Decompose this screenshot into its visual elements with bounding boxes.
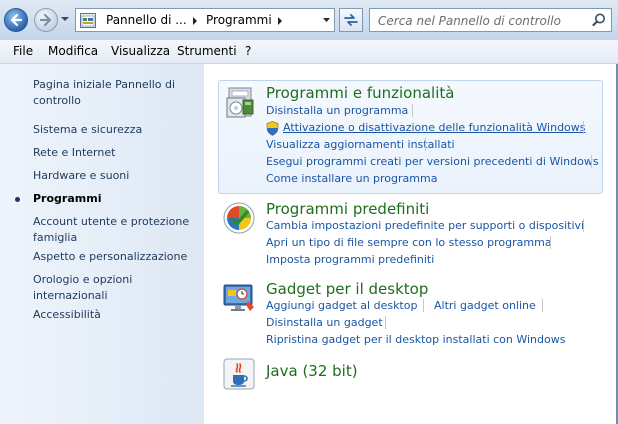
task-uninstall-program[interactable]: Disinstalla un programma (266, 104, 408, 118)
task-separator (412, 104, 413, 117)
sidebar-item-system-security[interactable]: Sistema e sicurezza (33, 122, 198, 138)
sidebar-item-accessibility[interactable]: Accessibilità (33, 307, 198, 323)
breadcrumb-control-panel[interactable]: Pannello di ... (106, 13, 187, 27)
task-separator (542, 299, 543, 312)
breadcrumb-programs[interactable]: Programmi (206, 13, 272, 27)
menu-view[interactable]: Visualizza (111, 44, 170, 58)
desktop-gadgets-icon[interactable] (222, 281, 256, 315)
arrow-left-icon (10, 13, 23, 27)
sidebar-item-control-panel-home[interactable]: Pagina iniziale Pannello di controllo (33, 77, 198, 109)
sidebar-item-appearance[interactable]: Aspetto e personalizzazione (33, 249, 198, 265)
menu-bar: File Modifica Visualizza Strumenti ? (0, 40, 618, 64)
task-more-gadgets-online[interactable]: Altri gadget online (434, 299, 536, 313)
task-view-installed-updates[interactable]: Visualizza aggiornamenti installati (266, 138, 455, 152)
sidebar-item-clock-region[interactable]: Orologio e opzioni internazionali (33, 272, 198, 304)
task-uninstall-gadget[interactable]: Disinstalla un gadget (266, 316, 383, 330)
sidebar-item-user-accounts[interactable]: Account utente e protezione famiglia (33, 214, 198, 246)
task-separator (423, 299, 424, 312)
menu-edit[interactable]: Modifica (48, 44, 98, 58)
control-panel-icon (80, 13, 96, 28)
task-windows-features[interactable]: Attivazione o disattivazione delle funzi… (283, 121, 586, 135)
category-title-java[interactable]: Java (32 bit) (266, 362, 358, 380)
task-compatibility-programs[interactable]: Esegui programmi creati per versioni pre… (266, 155, 599, 169)
task-separator (425, 138, 426, 151)
search-icon[interactable] (592, 13, 606, 27)
address-dropdown-icon[interactable] (320, 8, 333, 32)
task-separator (583, 121, 584, 134)
menu-help[interactable]: ? (245, 44, 251, 58)
default-programs-icon[interactable] (222, 201, 256, 235)
programs-features-icon[interactable] (223, 86, 257, 120)
category-title-programs-features[interactable]: Programmi e funzionalità (266, 84, 454, 102)
sidebar-item-programs: Programmi (33, 192, 102, 205)
task-autoplay-settings[interactable]: Cambia impostazioni predefinite per supp… (266, 219, 584, 233)
address-box[interactable]: Pannello di ... Programmi (75, 8, 335, 32)
breadcrumb-arrow-icon[interactable] (192, 17, 198, 25)
recent-pages-chevron-icon[interactable] (61, 15, 69, 23)
sidebar-item-network-internet[interactable]: Rete e Internet (33, 145, 198, 161)
breadcrumb-arrow-icon[interactable] (277, 17, 283, 25)
category-title-desktop-gadgets[interactable]: Gadget per il desktop (266, 280, 428, 298)
address-bar: Pannello di ... Programmi (0, 0, 618, 40)
category-title-default-programs[interactable]: Programmi predefiniti (266, 200, 429, 218)
task-separator (385, 316, 386, 329)
java-icon[interactable] (222, 357, 256, 391)
task-add-gadgets[interactable]: Aggiungi gadget al desktop (266, 299, 417, 313)
forward-button[interactable] (34, 8, 58, 32)
sidebar-item-hardware-sound[interactable]: Hardware e suoni (33, 168, 198, 184)
menu-tools[interactable]: Strumenti (177, 44, 237, 58)
current-section-bullet (15, 197, 20, 202)
search-input[interactable] (378, 13, 586, 29)
task-separator (591, 155, 592, 168)
refresh-button[interactable] (339, 8, 363, 32)
task-set-default-programs[interactable]: Imposta programmi predefiniti (266, 253, 434, 267)
task-separator (583, 219, 584, 232)
task-file-association[interactable]: Apri un tipo di file sempre con lo stess… (266, 236, 552, 250)
arrow-right-icon (39, 13, 52, 27)
task-separator (550, 236, 551, 249)
search-box[interactable] (369, 8, 612, 32)
task-restore-gadgets[interactable]: Ripristina gadget per il desktop install… (266, 333, 565, 347)
menu-file[interactable]: File (13, 44, 33, 58)
task-how-to-install[interactable]: Come installare un programma (266, 172, 437, 186)
back-button[interactable] (4, 8, 28, 32)
uac-shield-icon (266, 121, 279, 136)
refresh-icon (344, 14, 358, 26)
